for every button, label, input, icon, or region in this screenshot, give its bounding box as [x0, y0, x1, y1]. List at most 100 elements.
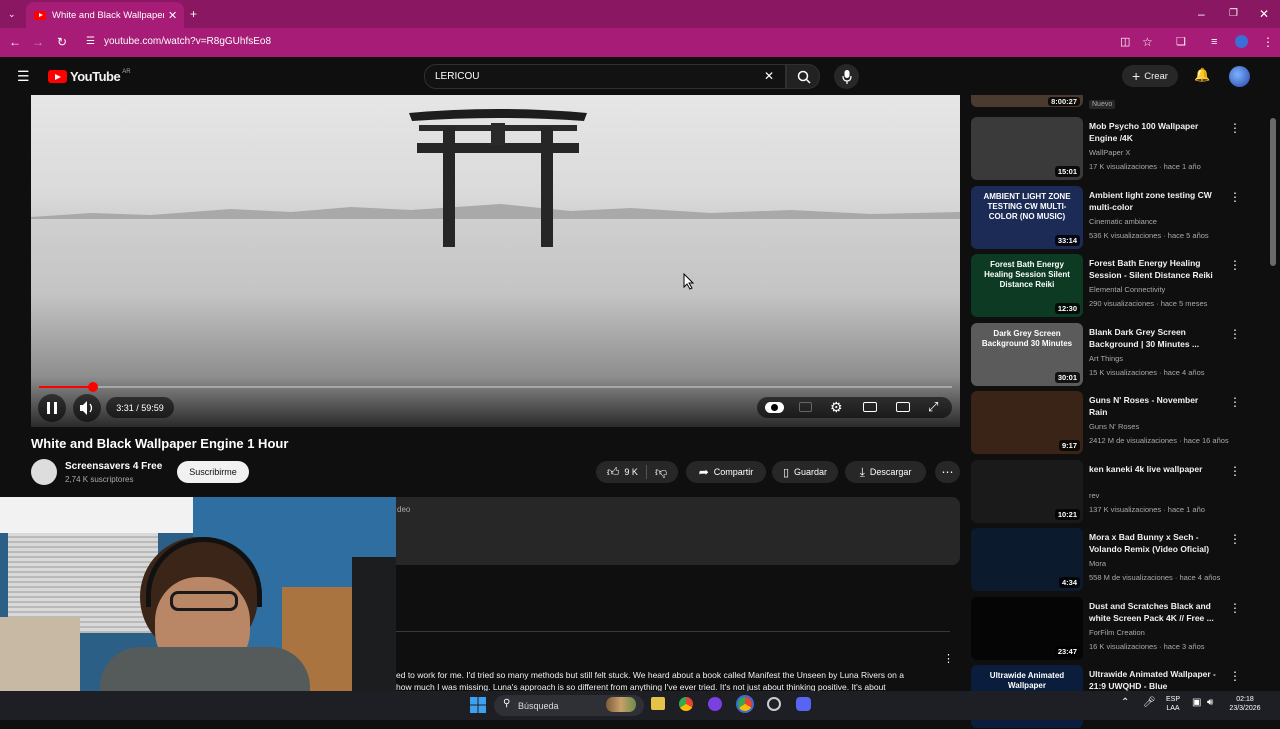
- recommendation-title[interactable]: Ambient light zone testing CW multi-colo…: [1089, 189, 1217, 213]
- recommendation-channel[interactable]: ForFilm Creation: [1089, 628, 1145, 637]
- fullscreen-icon[interactable]: ⤢: [928, 399, 938, 415]
- youtube-logo[interactable]: YouTube AR: [48, 69, 131, 84]
- recommendation-item[interactable]: 23:47 Dust and Scratches Black and white …: [971, 596, 1241, 661]
- recommendation-item[interactable]: AMBIENT LIGHT ZONE TESTING CW MULTI-COLO…: [971, 185, 1241, 250]
- channel-name[interactable]: Screensavers 4 Free: [65, 461, 162, 472]
- more-options-icon[interactable]: ⋮: [1229, 533, 1241, 545]
- more-options-icon[interactable]: ⋮: [1229, 396, 1241, 408]
- pause-button[interactable]: [38, 394, 66, 422]
- language-indicator[interactable]: ESP LAA: [1163, 695, 1183, 713]
- recommendation-channel[interactable]: Mora: [1089, 559, 1106, 568]
- dislike-icon[interactable]: 👎︎: [655, 465, 667, 480]
- progress-scrubber[interactable]: [87, 382, 98, 392]
- notifications-bell-icon[interactable]: 🔔: [1194, 68, 1210, 81]
- video-thumbnail[interactable]: Dark Grey Screen Background 30 Minutes 30…: [971, 322, 1083, 386]
- recommendation-channel[interactable]: Cinematic ambiance: [1089, 217, 1157, 226]
- reading-list-icon[interactable]: ≡: [1211, 36, 1217, 48]
- app-taskbar-icon-purple[interactable]: [708, 697, 722, 711]
- back-icon[interactable]: ←: [9, 36, 21, 48]
- hamburger-menu-icon[interactable]: ☰: [17, 69, 30, 83]
- recommendation-title[interactable]: Ultrawide Animated Wallpaper - 21:9 UWQH…: [1089, 668, 1217, 692]
- recommendation-title[interactable]: Dust and Scratches Black and white Scree…: [1089, 600, 1217, 624]
- recommendation-title[interactable]: Forest Bath Energy Healing Session - Sil…: [1089, 257, 1217, 281]
- window-close-icon[interactable]: ✕: [1259, 8, 1269, 20]
- clear-search-icon[interactable]: ✕: [764, 70, 774, 82]
- subscribe-button[interactable]: Suscribirme: [177, 461, 249, 483]
- recommendation-channel[interactable]: Art Things: [1089, 354, 1123, 363]
- recommendation-channel[interactable]: Elemental Connectivity: [1089, 285, 1165, 294]
- network-icon[interactable]: ▣: [1192, 697, 1201, 708]
- recommendation-channel[interactable]: Guns N' Roses: [1089, 422, 1139, 431]
- chrome-active-taskbar-icon[interactable]: [738, 697, 752, 711]
- channel-avatar[interactable]: [31, 459, 57, 485]
- close-tab-icon[interactable]: ✕: [168, 9, 177, 22]
- chrome-taskbar-icon[interactable]: [679, 697, 693, 711]
- video-thumbnail[interactable]: 23:47: [971, 596, 1083, 660]
- search-button[interactable]: [786, 64, 820, 89]
- reload-icon[interactable]: ↻: [57, 36, 67, 48]
- more-actions-button[interactable]: ⋯: [935, 461, 960, 483]
- maximize-icon[interactable]: ❐: [1229, 8, 1238, 20]
- more-options-icon[interactable]: ⋮: [1229, 328, 1241, 340]
- like-count[interactable]: 9 K: [624, 467, 638, 477]
- browser-tab[interactable]: White and Black Wallpaper Engi ✕: [26, 2, 184, 28]
- video-player[interactable]: [31, 95, 960, 427]
- miniplayer-icon[interactable]: [863, 402, 877, 412]
- video-thumbnail[interactable]: 9:17: [971, 391, 1083, 454]
- sidebar-scrollbar[interactable]: [1270, 118, 1276, 266]
- bookmark-star-icon[interactable]: ☆: [1142, 36, 1153, 48]
- video-thumbnail[interactable]: 4:34: [971, 528, 1083, 591]
- recommendation-item[interactable]: 4:34 Mora x Bad Bunny x Sech - Volando Re…: [971, 528, 1241, 592]
- search-input[interactable]: LERICOU: [424, 64, 786, 89]
- like-icon[interactable]: 👍︎: [607, 465, 620, 480]
- forward-icon[interactable]: →: [32, 36, 44, 48]
- prev-thumbnail[interactable]: 8:00:27: [971, 95, 1083, 107]
- profile-avatar[interactable]: [1235, 35, 1248, 48]
- recommendation-item[interactable]: 9:17 Guns N' Roses - November Rain Guns N'…: [971, 391, 1241, 455]
- tray-chevron-icon[interactable]: ⌃: [1121, 697, 1129, 708]
- discord-taskbar-icon[interactable]: [796, 697, 811, 711]
- speaker-icon[interactable]: 🔊︎: [1207, 697, 1213, 708]
- account-avatar[interactable]: [1229, 66, 1250, 87]
- recommendation-title[interactable]: Blank Dark Grey Screen Background | 30 M…: [1089, 326, 1217, 350]
- browser-menu-icon[interactable]: ⋮: [1262, 36, 1274, 48]
- autoplay-toggle[interactable]: [765, 402, 784, 413]
- progress-track[interactable]: [39, 386, 952, 388]
- file-explorer-icon[interactable]: [651, 697, 665, 710]
- new-tab-icon[interactable]: +: [190, 8, 197, 20]
- recommendation-item[interactable]: 15:01 Mob Psycho 100 Wallpaper Engine /4K…: [971, 117, 1241, 181]
- url-field[interactable]: youtube.com/watch?v=R8gGUhfsEo8: [104, 36, 271, 47]
- recommendation-title[interactable]: Mora x Bad Bunny x Sech - Volando Remix …: [1089, 531, 1217, 555]
- more-options-icon[interactable]: ⋮: [1229, 259, 1241, 271]
- more-options-icon[interactable]: ⋮: [1229, 191, 1241, 203]
- voice-search-button[interactable]: [834, 64, 859, 89]
- recommendation-channel[interactable]: rev: [1089, 491, 1099, 500]
- subtitles-icon[interactable]: [799, 402, 812, 412]
- share-button[interactable]: ➦ Compartir: [686, 461, 766, 483]
- recommendation-item[interactable]: Forest Bath Energy Healing Session Silen…: [971, 254, 1241, 318]
- recommendation-channel[interactable]: WallPaper X: [1089, 148, 1130, 157]
- create-button[interactable]: + Crear: [1122, 65, 1178, 87]
- description-box[interactable]: [395, 497, 960, 565]
- recommendation-item[interactable]: 10:21 ken kaneki 4k live wallpaper rev 137 …: [971, 459, 1241, 524]
- more-options-icon[interactable]: ⋮: [1229, 465, 1241, 477]
- more-options-icon[interactable]: ⋮: [1229, 122, 1241, 134]
- tab-list-icon[interactable]: ⌄: [8, 8, 16, 20]
- download-button[interactable]: ⤓ Descargar: [845, 461, 926, 483]
- extensions-icon[interactable]: ❏: [1176, 36, 1186, 48]
- settings-gear-icon[interactable]: ⚙: [830, 399, 843, 416]
- recommendation-item[interactable]: Dark Grey Screen Background 30 Minutes 30…: [971, 322, 1241, 387]
- video-thumbnail[interactable]: AMBIENT LIGHT ZONE TESTING CW MULTI-COLO…: [971, 185, 1083, 249]
- video-thumbnail[interactable]: Forest Bath Energy Healing Session Silen…: [971, 254, 1083, 317]
- recommendation-title[interactable]: ken kaneki 4k live wallpaper: [1089, 463, 1217, 475]
- recommendation-title[interactable]: Mob Psycho 100 Wallpaper Engine /4K: [1089, 120, 1217, 144]
- video-thumbnail[interactable]: 15:01: [971, 117, 1083, 180]
- minimize-icon[interactable]: –: [1198, 8, 1205, 20]
- save-button[interactable]: ▯ Guardar: [772, 461, 838, 483]
- windows-start-icon[interactable]: [470, 697, 486, 713]
- app-taskbar-icon-circle[interactable]: [767, 697, 781, 711]
- recommendation-title[interactable]: Guns N' Roses - November Rain: [1089, 394, 1217, 418]
- more-options-icon[interactable]: ⋮: [1229, 670, 1241, 682]
- comment-menu-icon[interactable]: ⋮: [943, 652, 954, 665]
- video-thumbnail[interactable]: 10:21: [971, 459, 1083, 523]
